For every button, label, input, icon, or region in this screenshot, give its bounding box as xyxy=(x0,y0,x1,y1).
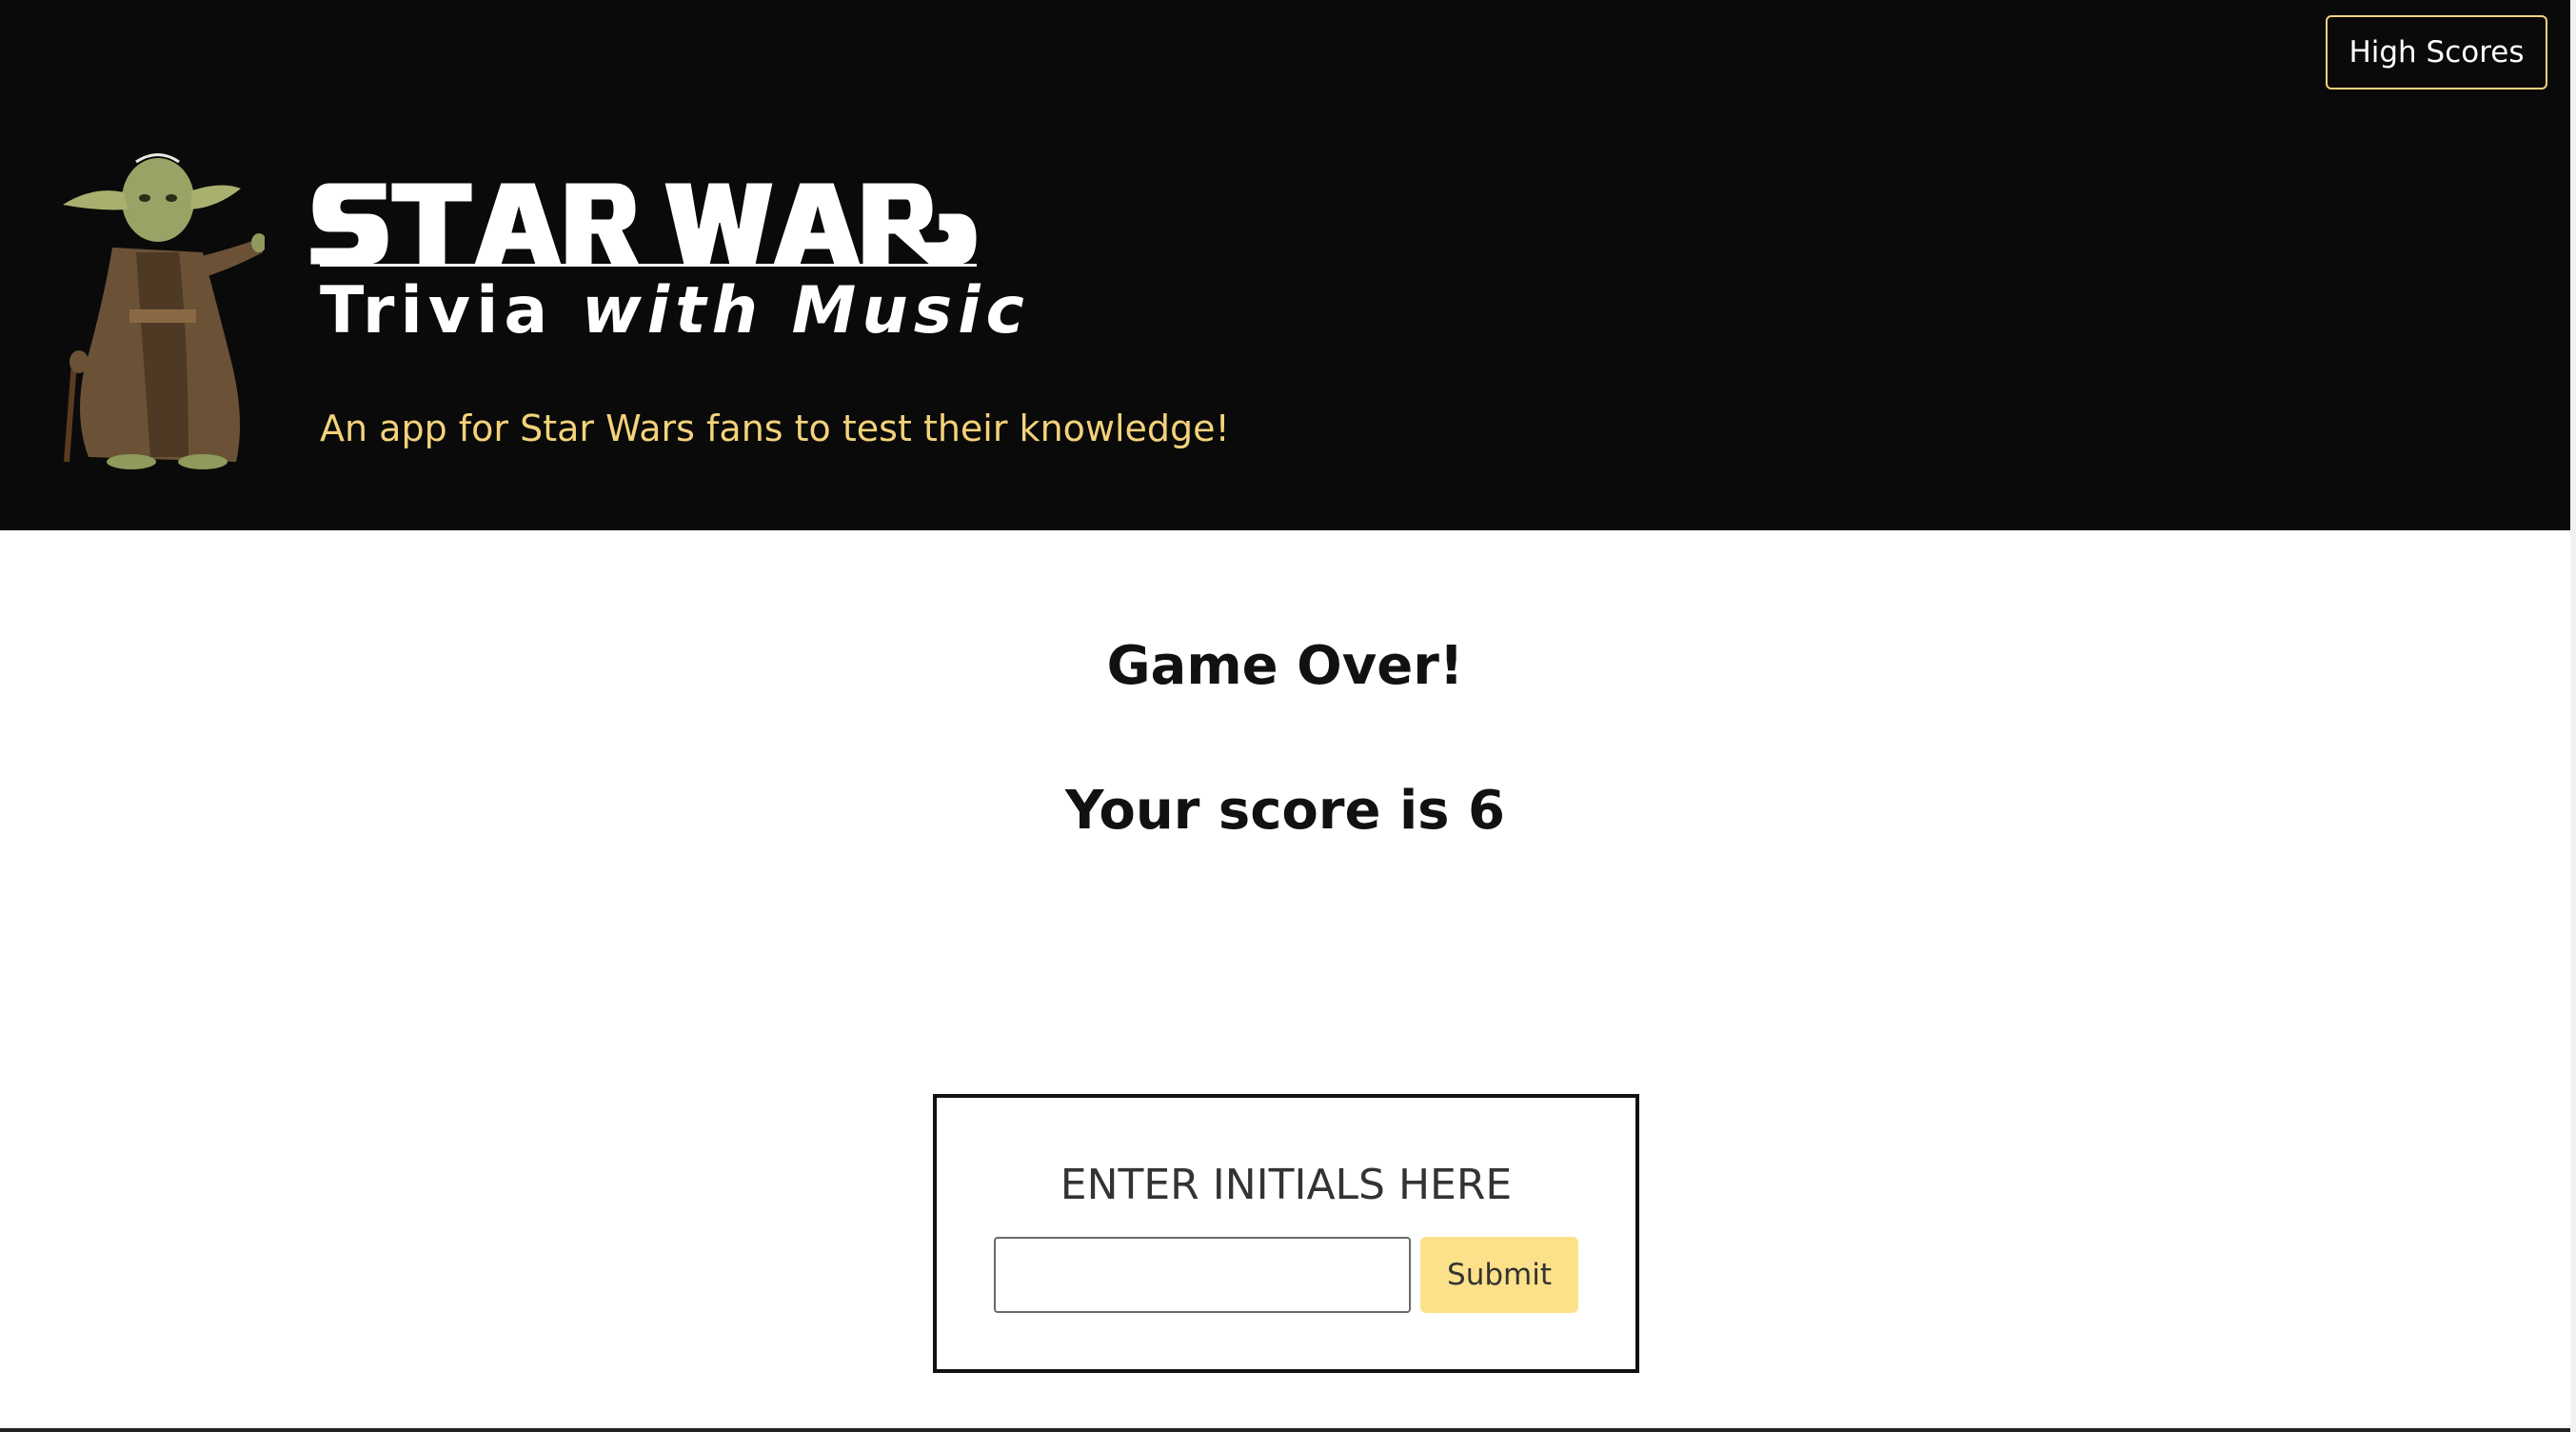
star-wars-logo xyxy=(310,182,977,266)
yoda-icon xyxy=(63,153,265,469)
scrollbar[interactable] xyxy=(2570,0,2576,1432)
initials-form: ENTER INITIALS HERE Submit xyxy=(933,1094,1639,1373)
high-scores-button[interactable]: High Scores xyxy=(2326,15,2547,90)
initials-input[interactable] xyxy=(994,1237,1411,1313)
page-bottom-divider xyxy=(0,1428,2570,1432)
logo-divider xyxy=(320,264,977,267)
logo-subtitle-plain: Trivia xyxy=(320,273,582,348)
initials-label: ENTER INITIALS HERE xyxy=(1060,1161,1513,1209)
game-over-heading: Game Over! xyxy=(1106,635,1464,697)
logo-subtitle: Trivia with Music xyxy=(320,268,1024,354)
score-text: Your score is 6 xyxy=(1065,780,1505,842)
page-header: High Scores Trivia with Music An app for… xyxy=(0,0,2570,530)
tagline: An app for Star Wars fans to test their … xyxy=(320,408,1230,449)
submit-button[interactable]: Submit xyxy=(1420,1237,1578,1313)
logo-subtitle-italic: with Music xyxy=(581,273,1030,348)
